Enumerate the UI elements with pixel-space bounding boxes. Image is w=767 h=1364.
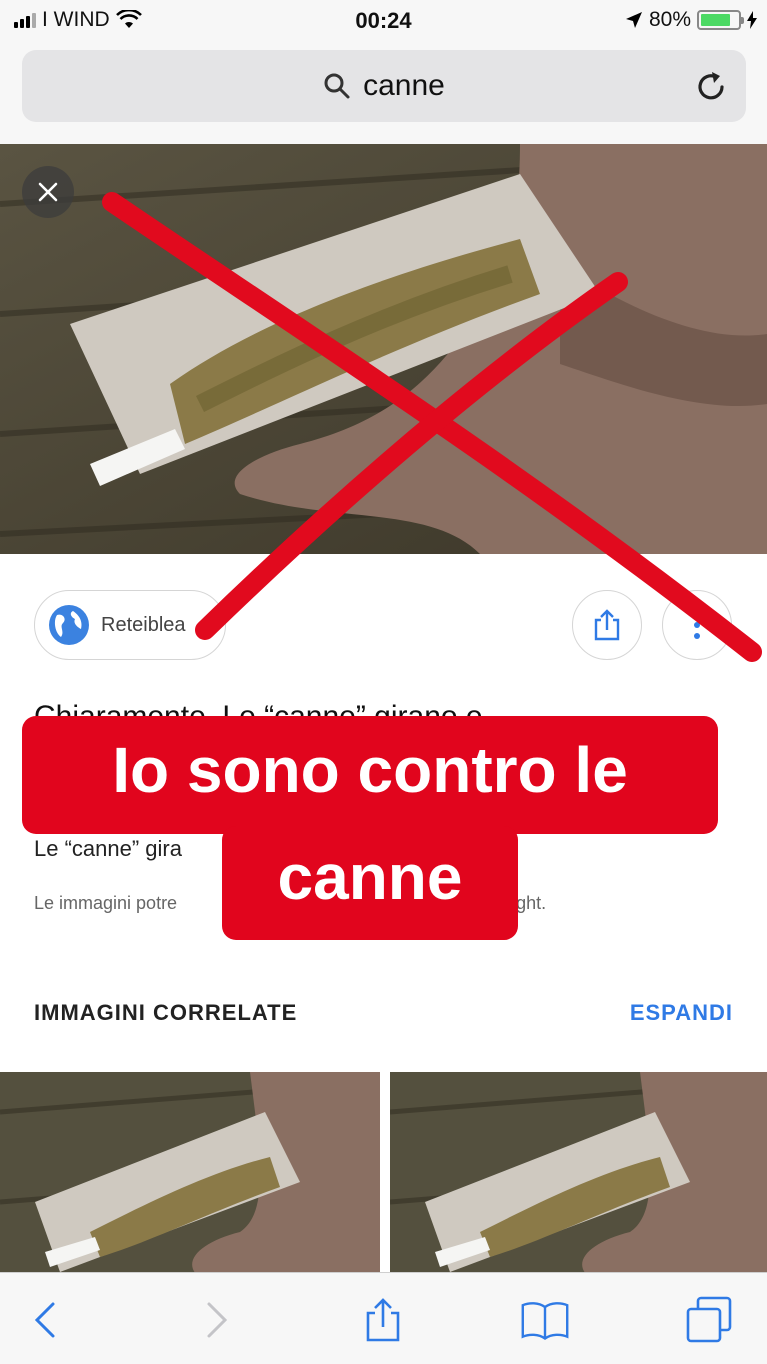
- close-button[interactable]: [22, 166, 74, 218]
- globe-icon: [49, 605, 89, 645]
- main-image: [0, 144, 767, 554]
- reload-icon[interactable]: [694, 70, 728, 104]
- sticker-text-line2: canne: [277, 841, 463, 913]
- charging-icon: [747, 11, 757, 29]
- close-icon: [38, 182, 58, 202]
- tabs-icon: [686, 1296, 732, 1343]
- share-icon: [366, 1298, 400, 1342]
- related-images-title: IMMAGINI CORRELATE: [34, 1000, 298, 1025]
- sticker-text-line1: Io sono contro le: [112, 734, 628, 806]
- related-thumb-1[interactable]: [0, 1072, 380, 1278]
- search-field[interactable]: canne: [22, 50, 746, 122]
- source-label: Reteiblea: [101, 613, 186, 636]
- bottom-toolbar: [0, 1272, 767, 1364]
- more-button[interactable]: [662, 590, 732, 660]
- result-subtitle: Le “canne” gira: [34, 836, 182, 861]
- status-bar: I WIND 00:24 80%: [0, 0, 767, 44]
- status-right: 80%: [625, 8, 757, 32]
- search-query: canne: [363, 69, 445, 102]
- bookmarks-button[interactable]: [520, 1295, 570, 1345]
- source-chip[interactable]: Reteiblea: [34, 590, 226, 660]
- disclaimer-left: Le immagini potre: [34, 893, 178, 913]
- chevron-right-icon: [207, 1302, 228, 1338]
- more-icon: [694, 611, 700, 639]
- chevron-left-icon: [34, 1302, 55, 1338]
- battery-icon: [697, 10, 744, 30]
- related-thumb-2[interactable]: [390, 1072, 767, 1278]
- tabs-button[interactable]: [684, 1295, 734, 1345]
- search-icon: [324, 73, 350, 99]
- forward-button[interactable]: [192, 1295, 242, 1345]
- back-button[interactable]: [20, 1295, 70, 1345]
- location-arrow-icon: [625, 12, 642, 28]
- share-icon: [594, 609, 620, 641]
- expand-link[interactable]: ESPANDI: [630, 1000, 733, 1026]
- book-icon: [521, 1302, 569, 1340]
- battery-percent: 80%: [648, 8, 691, 31]
- share-button[interactable]: [572, 590, 642, 660]
- address-bar: canne: [0, 44, 767, 144]
- share-toolbar-button[interactable]: [358, 1295, 408, 1345]
